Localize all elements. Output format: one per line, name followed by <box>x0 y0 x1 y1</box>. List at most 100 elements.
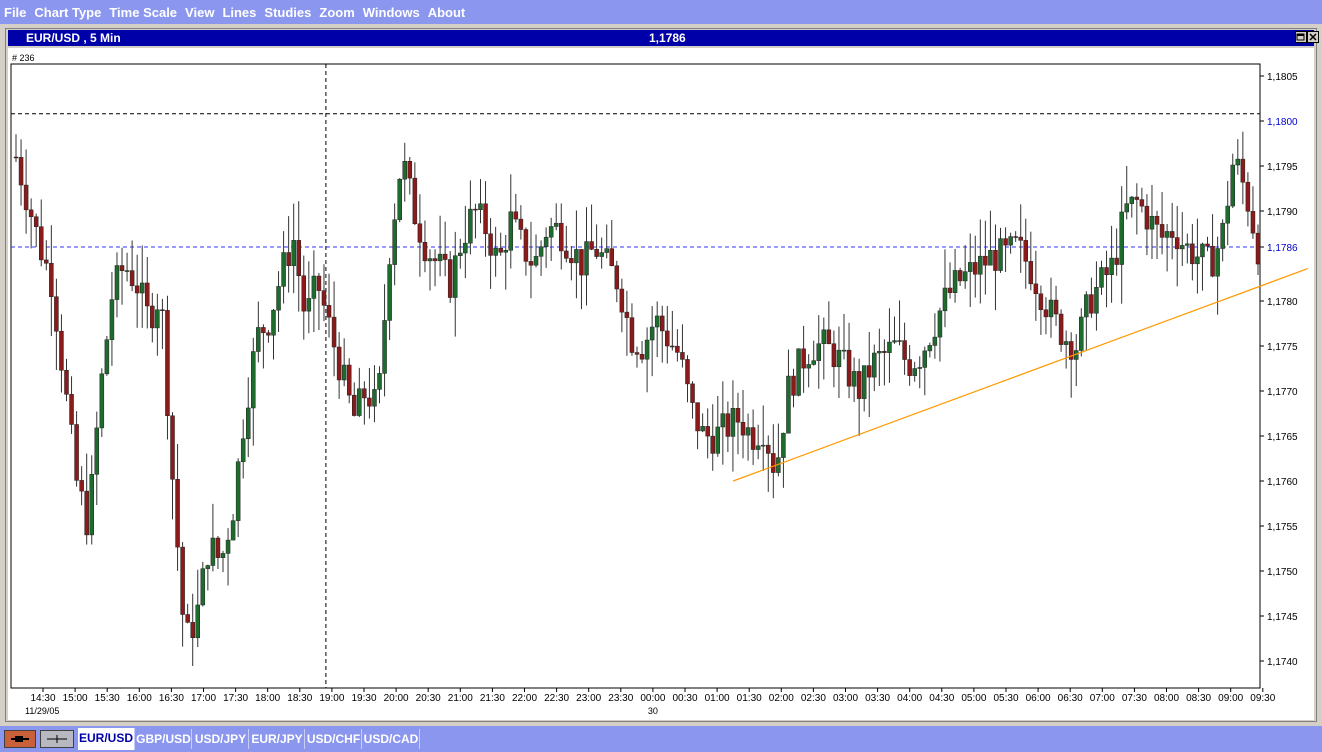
bear-candle <box>665 330 670 347</box>
x-tick-label: 17:00 <box>191 693 216 704</box>
bear-candle <box>528 261 534 266</box>
x-tick-label: 02:30 <box>801 693 826 704</box>
y-tick-label: 1,1775 <box>1267 342 1298 353</box>
bull-candle <box>872 352 877 378</box>
bull-candle <box>816 343 822 361</box>
bear-candle <box>1038 293 1044 311</box>
bull-candle <box>927 345 933 352</box>
x-tick-label: 01:30 <box>737 693 762 704</box>
bull-candle <box>1200 243 1205 258</box>
menu-file[interactable]: File <box>0 5 30 20</box>
bear-candle <box>447 259 453 298</box>
x-tick-label: 16:00 <box>127 693 152 704</box>
bull-candle <box>240 438 246 462</box>
bear-candle <box>59 331 64 371</box>
bull-candle <box>548 226 554 238</box>
restore-window-button[interactable] <box>1295 31 1307 43</box>
menu-view[interactable]: View <box>181 5 218 20</box>
bull-candle <box>276 286 281 311</box>
bear-candle <box>1134 196 1140 200</box>
tab-usd-chf[interactable]: USD/CHF <box>306 729 362 749</box>
x-tick-label: 03:30 <box>865 693 890 704</box>
tab-gbp-usd[interactable]: GBP/USD <box>136 729 192 749</box>
bear-candle <box>1255 232 1261 265</box>
bull-candle <box>357 388 362 416</box>
bull-candle <box>291 240 296 266</box>
pin-button[interactable] <box>4 730 36 748</box>
bear-candle <box>1210 245 1215 277</box>
menu-windows[interactable]: Windows <box>359 5 424 20</box>
bear-candle <box>407 161 413 179</box>
bull-candle <box>155 309 160 329</box>
bear-candle <box>33 216 39 227</box>
bull-candle <box>1124 203 1129 213</box>
menu-chart-type[interactable]: Chart Type <box>30 5 105 20</box>
bull-candle <box>649 326 655 341</box>
bull-candle <box>644 339 650 360</box>
bear-candle <box>1013 236 1018 238</box>
bull-candle <box>109 299 115 340</box>
x-tick-label: 20:30 <box>416 693 441 704</box>
crosshair-icon <box>47 735 67 743</box>
close-icon <box>1309 33 1317 41</box>
bear-candle <box>619 288 625 313</box>
bull-candle <box>281 252 286 287</box>
bear-candle <box>1190 243 1195 265</box>
bull-candle <box>1109 257 1114 275</box>
bull-candle <box>574 249 579 264</box>
bull-candle <box>1048 299 1054 318</box>
menu-lines[interactable]: Lines <box>218 5 260 20</box>
y-tick-label: 1,1805 <box>1267 72 1298 83</box>
chart-area[interactable]: # 236 1,1805 1,1800 1,1795 1,1790 1,1786 1,178… <box>8 48 1314 720</box>
bear-candle <box>1053 299 1059 315</box>
bear-candle <box>352 394 357 416</box>
bull-candle <box>781 432 786 458</box>
tab-usd-cad[interactable]: USD/CAD <box>363 729 420 749</box>
tab-eur-jpy[interactable]: EUR/JPY <box>250 729 305 749</box>
bull-candle <box>962 271 968 282</box>
bull-candle <box>452 255 458 298</box>
x-tick-label: 07:00 <box>1090 693 1115 704</box>
bull-candle <box>1220 222 1225 249</box>
y-tick-label: 1,1780 <box>1267 297 1298 308</box>
bull-candle <box>786 375 791 434</box>
bull-candle <box>1099 267 1104 288</box>
bull-candle <box>1119 211 1124 265</box>
bull-candle <box>195 604 201 639</box>
menu-zoom[interactable]: Zoom <box>315 5 358 20</box>
menu-about[interactable]: About <box>424 5 470 20</box>
bear-candle <box>1250 211 1256 234</box>
tab-usd-jpy[interactable]: USD/JPY <box>193 729 249 749</box>
tab-eur-usd[interactable]: EUR/USD <box>78 728 135 750</box>
bear-candle <box>266 332 271 336</box>
bull-candle <box>978 255 983 275</box>
x-tick-label: 21:00 <box>448 693 473 704</box>
menu-studies[interactable]: Studies <box>260 5 315 20</box>
bull-candle <box>245 407 251 440</box>
bear-candle <box>680 352 685 360</box>
menu-time-scale[interactable]: Time Scale <box>105 5 181 20</box>
y-tick-label: 1,1740 <box>1267 657 1298 668</box>
bull-candle <box>1225 205 1230 224</box>
bull-candle <box>1063 341 1069 345</box>
bear-candle <box>675 345 680 353</box>
bear-candle <box>74 424 79 481</box>
candlestick-chart[interactable]: # 236 1,1805 1,1800 1,1795 1,1790 1,1786 1,178… <box>8 48 1314 720</box>
bull-candle <box>841 349 847 352</box>
bear-candle <box>1003 238 1008 246</box>
bull-candle <box>897 340 902 342</box>
close-window-button[interactable] <box>1307 31 1319 43</box>
bear-candle <box>725 413 731 437</box>
bull-candle <box>811 360 816 365</box>
bear-candle <box>1058 313 1064 345</box>
bear-candle <box>993 250 998 271</box>
bull-candle <box>952 270 958 293</box>
bull-candle <box>730 408 736 437</box>
bull-candle <box>392 219 397 265</box>
bull-candle <box>887 341 892 353</box>
crosshair-button[interactable] <box>40 730 74 748</box>
x-tick-label: 20:00 <box>384 693 409 704</box>
bear-candle <box>710 435 715 454</box>
bear-candle <box>846 349 852 387</box>
bull-candle <box>478 203 483 211</box>
